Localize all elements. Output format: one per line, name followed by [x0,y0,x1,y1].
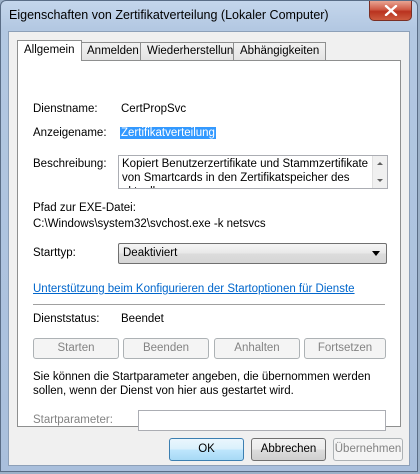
tab-abhaengigkeiten[interactable]: Abhängigkeiten [233,42,327,60]
description-text: Kopiert Benutzerzertifikate und Stammzer… [122,158,369,188]
close-icon [384,5,398,16]
ok-button[interactable]: OK [169,438,244,461]
start-params-input[interactable] [138,410,386,431]
service-status-value: Beendet [121,313,164,325]
scroll-down-icon [377,179,383,182]
start-params-label: Startparameter: [33,414,113,426]
startup-type-label: Starttyp: [33,247,76,259]
general-tab-panel: Dienstname: CertPropSvc Anzeigename: Zer… [17,60,401,431]
dialog-client-area: Allgemein Anmelden Wiederherstellung Abh… [8,31,410,466]
service-name-value: CertPropSvc [121,103,187,115]
tab-allgemein[interactable]: Allgemein [17,40,82,61]
resume-button[interactable]: Fortsetzen [304,338,386,359]
start-params-info: Sie können die Startparameter angeben, d… [33,371,371,397]
chevron-down-icon [372,251,380,256]
tab-anmelden[interactable]: Anmelden [80,42,146,60]
startup-help-link[interactable]: Unterstützung beim Konfigurieren der Sta… [33,283,355,295]
exe-path-value: C:\Windows\system32\svchost.exe -k netsv… [33,218,266,230]
exe-path-label: Pfad zur EXE-Datei: [33,202,136,214]
close-button[interactable] [369,1,412,21]
description-label: Beschreibung: [33,158,107,170]
pause-button[interactable]: Anhalten [214,338,300,359]
description-field[interactable]: Kopiert Benutzerzertifikate und Stammzer… [118,155,388,189]
display-name-field[interactable]: Zertifikatverteilung [120,127,216,139]
properties-window: Eigenschaften von Zertifikatverteilung (… [0,0,418,472]
service-name-label: Dienstname: [33,103,98,115]
startup-type-value: Deaktiviert [123,247,178,259]
scroll-up-icon [377,162,383,165]
display-name-label: Anzeigename: [33,127,107,139]
service-status-label: Dienststatus: [33,313,100,325]
startup-type-select[interactable]: Deaktiviert [118,243,387,264]
apply-button[interactable]: Übernehmen [333,438,403,461]
window-title: Eigenschaften von Zertifikatverteilung (… [9,8,329,22]
cancel-button[interactable]: Abbrechen [251,438,326,461]
display-name-value: Zertifikatverteilung [120,127,216,139]
start-button[interactable]: Starten [33,338,119,359]
stop-button[interactable]: Beenden [123,338,209,359]
separator [33,304,385,305]
description-scrollbar[interactable] [372,156,387,188]
tab-wiederherstellung[interactable]: Wiederherstellung [140,42,247,60]
